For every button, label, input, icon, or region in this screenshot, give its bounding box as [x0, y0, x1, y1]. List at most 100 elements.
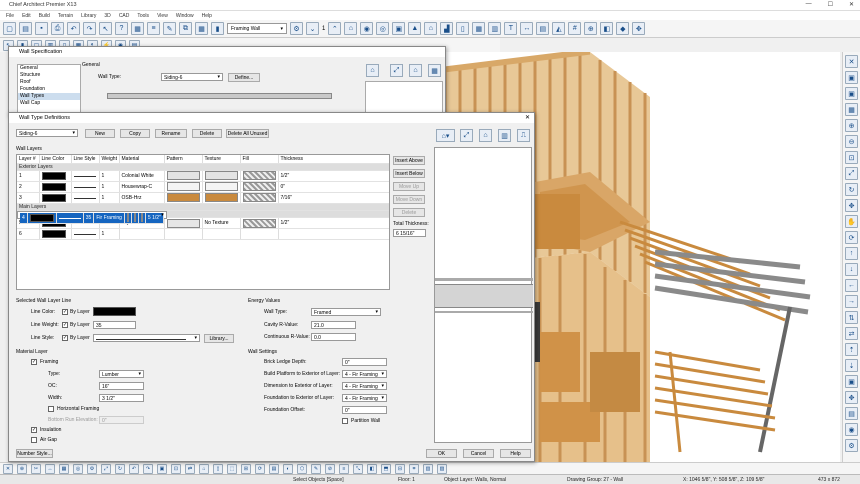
layer-material[interactable] [119, 228, 165, 240]
layer-line-style[interactable] [71, 228, 100, 240]
layer-texture[interactable] [202, 228, 241, 240]
column-header[interactable]: Line Style [71, 155, 100, 164]
layer-material[interactable]: OSB-Hrz [119, 192, 165, 204]
line-color-bylayer-checkbox[interactable]: ✓ [62, 309, 68, 315]
layer-texture[interactable] [202, 170, 241, 182]
brick-ledge-input[interactable]: 0" [342, 358, 387, 366]
grid-icon[interactable]: ▦ [195, 22, 208, 35]
menu-terrain[interactable]: Terrain [58, 13, 73, 19]
edit-tool-21-icon[interactable]: ⬡ [297, 463, 307, 474]
layer-pattern[interactable] [164, 192, 203, 204]
right-arrow-icon[interactable]: → [845, 295, 858, 308]
up-icon[interactable]: ⌃ [328, 22, 342, 35]
move-down-button[interactable]: Move Down [393, 195, 425, 204]
layers-icon[interactable]: ≡ [147, 22, 160, 35]
layer-line-color[interactable] [27, 212, 57, 224]
number-style-button[interactable]: Number Style... [16, 449, 53, 458]
camera-view-icon[interactable]: ◉ [845, 423, 858, 436]
cancel-button[interactable]: Cancel [463, 449, 494, 458]
terrain-icon[interactable]: ◭ [552, 22, 566, 35]
plan-icon[interactable]: ▦ [131, 22, 144, 35]
energy-type-select[interactable]: Framed [311, 308, 381, 316]
layer-texture[interactable]: No Texture [202, 217, 241, 229]
grid-view-icon[interactable]: ▦ [428, 64, 441, 77]
framing-icon[interactable]: # [568, 22, 582, 35]
tree-item[interactable]: Wall Cap [18, 100, 80, 107]
wtd-close-button[interactable]: ✕ [525, 114, 530, 121]
layer-weight[interactable]: 1 [99, 192, 120, 204]
foundation-exterior-select[interactable]: 4 - Fir Framing [342, 394, 387, 402]
edit-tool-1-icon[interactable]: ⊕ [17, 463, 27, 474]
framing-checkbox[interactable]: ✓ [31, 359, 37, 365]
camera-icon[interactable]: ◉ [360, 22, 374, 35]
layer-line-style[interactable] [56, 212, 84, 224]
menu-cad[interactable]: CAD [119, 13, 130, 19]
home-icon[interactable]: ⌂ [366, 64, 379, 77]
tree-item[interactable]: General [18, 65, 80, 72]
camera2-icon[interactable]: ◎ [376, 22, 390, 35]
cabinet-icon[interactable]: ▥ [488, 22, 502, 35]
zoom-icon[interactable]: ⊕ [584, 22, 598, 35]
edit-tool-25-icon[interactable]: ⤡ [353, 463, 363, 474]
ok-button[interactable]: OK [426, 449, 457, 458]
edit-tool-17-icon[interactable]: ⊞ [241, 463, 251, 474]
edit-tool-2-icon[interactable]: ✂ [31, 463, 41, 474]
edit-tool-4-icon[interactable]: ▦ [59, 463, 69, 474]
layer-fill[interactable] [240, 217, 279, 229]
layer-weight[interactable]: 1 [99, 181, 120, 193]
left-arrow-icon[interactable]: ← [845, 279, 858, 292]
continuous-r-input[interactable]: 0.0 [311, 333, 356, 341]
edit-tool-11-icon[interactable]: ▣ [157, 463, 167, 474]
mouse-orbit-icon[interactable]: ⟳ [845, 231, 858, 244]
column-header[interactable]: Layer # [17, 155, 40, 164]
layer-weight[interactable]: 1 [99, 170, 120, 182]
column-header[interactable]: Fill [240, 155, 279, 164]
layer-fill[interactable] [240, 228, 279, 240]
close-view-icon[interactable]: ✕ [845, 55, 858, 68]
edit-tool-28-icon[interactable]: ⊟ [395, 463, 405, 474]
render-view-icon[interactable]: ▣ [845, 375, 858, 388]
bottom-run-input[interactable]: 0" [99, 416, 144, 424]
cavity-r-input[interactable]: 21.0 [311, 321, 356, 329]
edit-tool-9-icon[interactable]: ↶ [129, 463, 139, 474]
layer-texture[interactable] [202, 192, 241, 204]
menu-3d[interactable]: 3D [104, 13, 110, 19]
layer-pattern[interactable] [164, 181, 203, 193]
delete-unused-button[interactable]: Delete All Unused [226, 129, 269, 138]
layer-line-color[interactable] [39, 228, 72, 240]
help-button[interactable]: Help [500, 449, 531, 458]
edit-icon[interactable]: ✎ [163, 22, 176, 35]
view-options-icon[interactable]: ⌂▾ [436, 129, 455, 142]
fit-icon-dlg[interactable]: ⤢ [460, 129, 473, 142]
edit-tool-14-icon[interactable]: ⌂ [199, 463, 209, 474]
fill-window-icon[interactable]: ⤢ [845, 167, 858, 180]
insulation-checkbox[interactable]: ✓ [31, 427, 37, 433]
edit-tool-10-icon[interactable]: ↷ [143, 463, 153, 474]
library-icon[interactable]: ▤ [536, 22, 550, 35]
door-icon[interactable]: ▯ [456, 22, 470, 35]
menu-window[interactable]: Window [176, 13, 194, 19]
layer-texture[interactable] [202, 181, 241, 193]
text-icon[interactable]: T [504, 22, 518, 35]
layer-row[interactable]: 4 35 Fir Framing 5 1/2" [17, 210, 167, 224]
open-icon[interactable]: ▤ [19, 22, 32, 35]
view-icon[interactable]: ▣ [845, 71, 858, 84]
layer-fill[interactable] [240, 181, 279, 193]
edit-tool-31-icon[interactable]: ▨ [437, 463, 447, 474]
maximize-button[interactable]: ☐ [828, 1, 833, 8]
dimension-icon[interactable]: ↔ [520, 22, 534, 35]
line-weight-bylayer-checkbox[interactable]: ✓ [62, 322, 68, 328]
line-style-bylayer-checkbox[interactable]: ✓ [62, 335, 68, 341]
layer-thickness[interactable]: 5 1/2" [145, 212, 164, 224]
edit-tool-15-icon[interactable]: ▯ [213, 463, 223, 474]
edit-tool-0-icon[interactable]: ✕ [3, 463, 13, 474]
wrench-icon[interactable]: ⚙ [290, 22, 303, 35]
layer-line-color[interactable] [39, 181, 72, 193]
partition-wall-checkbox[interactable] [342, 418, 348, 424]
layer-line-color[interactable] [39, 192, 72, 204]
menu-file[interactable]: File [6, 13, 14, 19]
menu-help[interactable]: Help [202, 13, 212, 19]
menu-tools[interactable]: Tools [137, 13, 149, 19]
layer-material[interactable]: Colonial White [119, 170, 165, 182]
layer-material[interactable]: Fir Framing [93, 212, 125, 224]
